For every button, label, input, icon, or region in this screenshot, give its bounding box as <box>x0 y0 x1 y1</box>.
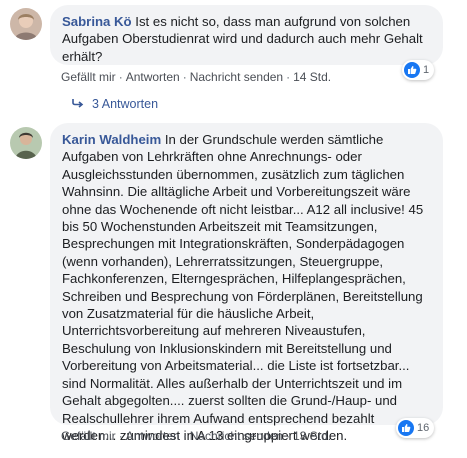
reaction-count-badge[interactable]: 1 <box>402 60 435 80</box>
send-message-link[interactable]: Nachricht senden <box>190 429 283 443</box>
comment-text: Sabrina Kö Ist es nicht so, dass man auf… <box>62 13 431 65</box>
separator: · <box>182 70 187 84</box>
comment-text: Karin Waldheim In der Grundschule werden… <box>62 131 431 444</box>
separator: · <box>118 70 123 84</box>
timestamp[interactable]: 14 Std. <box>293 70 331 84</box>
comment-actions: Gefällt mir · Antworten · Nachricht senden · 1… <box>61 70 331 84</box>
timestamp[interactable]: 13 Std. <box>293 429 331 443</box>
like-icon <box>398 420 414 436</box>
comment-bubble: Sabrina Kö Ist es nicht so, dass man auf… <box>50 5 443 65</box>
send-message-link[interactable]: Nachricht senden <box>190 70 283 84</box>
avatar[interactable] <box>10 8 42 40</box>
replies-count-label: 3 Antworten <box>92 97 159 111</box>
reaction-count: 1 <box>423 64 430 76</box>
reaction-count-badge[interactable]: 16 <box>396 418 435 438</box>
view-replies-link[interactable]: 3 Antworten <box>72 97 158 111</box>
like-link[interactable]: Gefällt mir <box>61 429 116 443</box>
reaction-count: 16 <box>417 422 430 434</box>
comment-body: In der Grundschule werden sämtliche Aufg… <box>62 132 424 443</box>
comment-actions: Gefällt mir · Antworten · Nachricht senden · 1… <box>61 429 331 443</box>
reply-link[interactable]: Antworten <box>126 70 180 84</box>
separator: · <box>118 429 123 443</box>
separator: · <box>286 429 291 443</box>
like-link[interactable]: Gefällt mir <box>61 70 116 84</box>
separator: · <box>286 70 291 84</box>
reply-arrow-icon <box>72 97 84 111</box>
reply-link[interactable]: Antworten <box>126 429 180 443</box>
author-name[interactable]: Karin Waldheim <box>62 132 161 147</box>
author-name[interactable]: Sabrina Kö <box>62 14 132 29</box>
like-icon <box>404 62 420 78</box>
separator: · <box>182 429 187 443</box>
avatar[interactable] <box>10 127 42 159</box>
comment-bubble: Karin Waldheim In der Grundschule werden… <box>50 123 443 443</box>
